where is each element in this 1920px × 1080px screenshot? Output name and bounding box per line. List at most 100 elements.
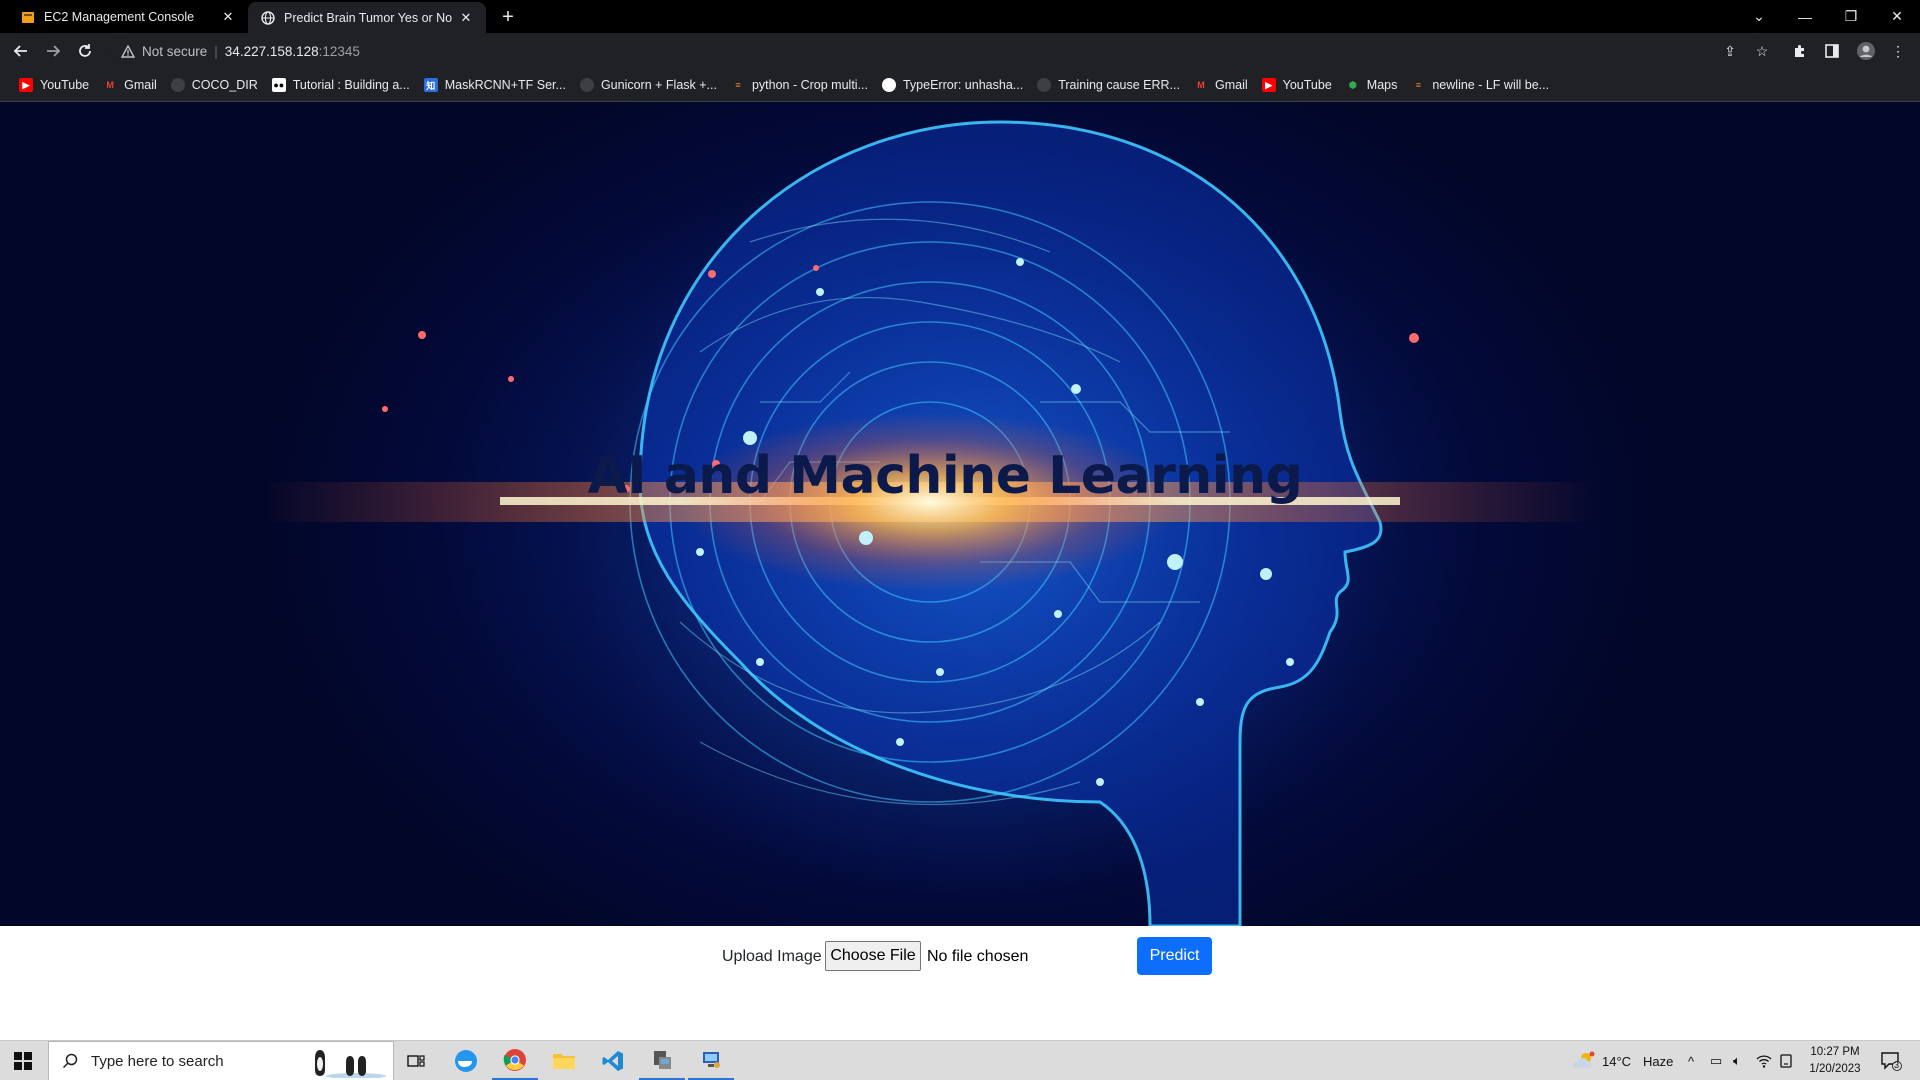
bookmark-gunicorn[interactable]: Gunicorn + Flask +...	[573, 73, 724, 97]
bookmark-youtube-2[interactable]: ▶ YouTube	[1255, 73, 1339, 97]
bookmark-training-error[interactable]: Training cause ERR...	[1030, 73, 1187, 97]
new-tab-button[interactable]: +	[496, 6, 520, 28]
windows-start-button[interactable]	[0, 1041, 46, 1080]
notification-count: 3	[1894, 1060, 1900, 1070]
globe-icon	[260, 10, 276, 26]
bookmark-youtube[interactable]: ▶ YouTube	[12, 73, 96, 97]
github-icon	[579, 78, 594, 92]
docker-icon[interactable]	[443, 1041, 489, 1080]
bookmark-newline[interactable]: ≡ newline - LF will be...	[1404, 73, 1556, 97]
tab-predict-brain-tumor[interactable]: Predict Brain Tumor Yes or Not D ✕	[248, 2, 486, 33]
youtube-icon: ▶	[1261, 78, 1276, 92]
side-panel-icon[interactable]	[1822, 41, 1842, 61]
bookmark-typeerror[interactable]: TypeError: unhasha...	[875, 73, 1030, 97]
bookmark-label: Training cause ERR...	[1058, 78, 1180, 92]
minimize-button[interactable]: —	[1782, 0, 1828, 33]
github-icon	[1037, 78, 1052, 92]
upload-form: Upload Image Choose File No file chosen …	[0, 926, 1920, 1040]
taskbar-clock[interactable]: 10:27 PM 1/20/2023	[1800, 1044, 1870, 1078]
chrome-menu-icon[interactable]: ⋮	[1888, 41, 1908, 61]
warning-icon	[120, 43, 136, 59]
medium-icon: ●●	[271, 78, 286, 92]
device-icon[interactable]	[1780, 1041, 1792, 1080]
close-tab-icon[interactable]: ✕	[458, 10, 474, 26]
bookmark-coco-dir[interactable]: COCO_DIR	[164, 73, 265, 97]
choose-file-button[interactable]: Choose File	[825, 941, 921, 971]
forward-button[interactable]	[40, 38, 66, 64]
vscode-icon[interactable]	[590, 1041, 636, 1080]
address-separator: |	[214, 43, 218, 59]
browser-tab-strip: EC2 Management Console ✕ Predict Brain T…	[0, 0, 1920, 33]
bookmark-label: Gmail	[1215, 78, 1248, 92]
close-tab-icon[interactable]: ✕	[220, 9, 236, 25]
bookmark-tutorial[interactable]: ●● Tutorial : Building a...	[265, 73, 417, 97]
tab-search-icon[interactable]: ⌄	[1736, 0, 1782, 33]
bookmark-python-crop[interactable]: ≡ python - Crop multi...	[724, 73, 875, 97]
bookmark-maskrcnn[interactable]: 知 MaskRCNN+TF Ser...	[417, 73, 573, 97]
back-button[interactable]	[8, 38, 34, 64]
bookmark-label: MaskRCNN+TF Ser...	[444, 78, 566, 92]
weather-temp: 14°C	[1602, 1053, 1632, 1069]
chinese-site-icon: 知	[423, 78, 438, 92]
bookmark-label: Gmail	[124, 78, 157, 92]
battery-icon[interactable]: ▭	[1710, 1041, 1722, 1080]
reload-button[interactable]	[72, 38, 98, 64]
stackoverflow-icon: ≡	[735, 80, 741, 90]
clock-date: 1/20/2023	[1809, 1063, 1861, 1075]
hero-banner: AI and Machine Learning	[0, 102, 1920, 926]
weather-haze-icon	[1572, 1051, 1595, 1068]
task-view-icon[interactable]	[393, 1041, 439, 1080]
security-label[interactable]: Not secure	[142, 44, 207, 59]
aws-icon	[20, 9, 36, 25]
remote-desktop-icon[interactable]	[688, 1041, 734, 1080]
tab-title: EC2 Management Console	[44, 9, 195, 24]
bookmark-maps[interactable]: ⬢ Maps	[1339, 73, 1405, 97]
bookmark-label: python - Crop multi...	[751, 78, 868, 92]
maps-icon: ⬢	[1348, 79, 1357, 90]
youtube-icon: ▶	[19, 78, 33, 92]
remote-app-icon[interactable]	[639, 1041, 685, 1080]
close-window-button[interactable]: ✕	[1874, 0, 1920, 33]
file-explorer-icon[interactable]	[541, 1041, 587, 1080]
weather-widget[interactable]: 14°C Haze	[1570, 1041, 1673, 1080]
bookmark-label: Tutorial : Building a...	[292, 78, 410, 92]
bookmark-label: Maps	[1366, 78, 1398, 92]
bookmark-label: YouTube	[1282, 78, 1332, 92]
bookmark-star-icon[interactable]: ☆	[1752, 41, 1772, 61]
windows-taskbar: Type here to search 14°C Haze ^ ▭ 🔈︎ 10:…	[0, 1040, 1920, 1080]
network-icon[interactable]	[1756, 1041, 1772, 1080]
github-icon	[170, 78, 185, 92]
hero-title: AI and Machine Learning	[587, 446, 1303, 506]
stackoverflow-icon: ≡	[1415, 80, 1421, 90]
profile-avatar-icon[interactable]	[1856, 41, 1876, 61]
chrome-taskbar-icon[interactable]	[492, 1041, 538, 1080]
penguins-search-highlight-icon	[303, 1044, 389, 1078]
share-icon[interactable]: ⇪	[1720, 41, 1740, 61]
bookmark-label: newline - LF will be...	[1432, 78, 1550, 92]
bookmark-gmail-2[interactable]: M Gmail	[1187, 73, 1255, 97]
notification-center-icon[interactable]: 3	[1880, 1041, 1902, 1080]
taskbar-search-box[interactable]: Type here to search	[48, 1041, 394, 1080]
search-icon	[61, 1052, 79, 1070]
bookmark-gmail[interactable]: M Gmail	[96, 73, 164, 97]
extensions-icon[interactable]	[1790, 41, 1810, 61]
browser-toolbar: Not secure | 34.227.158.128:12345 ⇪ ☆ ⋮	[0, 33, 1920, 69]
volume-icon[interactable]: 🔈︎	[1733, 1041, 1741, 1080]
url-host: 34.227.158.128	[224, 43, 319, 59]
search-placeholder: Type here to search	[91, 1052, 224, 1070]
screen: EC2 Management Console ✕ Predict Brain T…	[0, 0, 1920, 1080]
upload-image-label: Upload Image	[722, 948, 822, 965]
show-hidden-icons-chevron-icon[interactable]: ^	[1688, 1041, 1694, 1080]
bookmark-label: Gunicorn + Flask +...	[600, 78, 717, 92]
tab-ec2-console[interactable]: EC2 Management Console ✕	[8, 0, 248, 33]
restore-button[interactable]: ❐	[1828, 0, 1874, 33]
predict-button[interactable]: Predict	[1137, 937, 1212, 975]
windows-logo-icon	[14, 1052, 32, 1070]
url-port: :12345	[318, 43, 360, 59]
bookmark-label: YouTube	[40, 78, 90, 92]
bookmark-label: TypeError: unhasha...	[902, 78, 1024, 92]
tab-title: Predict Brain Tumor Yes or Not D	[284, 10, 452, 25]
address-bar[interactable]: Not secure | 34.227.158.128:12345	[110, 37, 1765, 65]
clock-time: 10:27 PM	[1810, 1046, 1860, 1058]
weather-condition: Haze	[1643, 1053, 1674, 1069]
